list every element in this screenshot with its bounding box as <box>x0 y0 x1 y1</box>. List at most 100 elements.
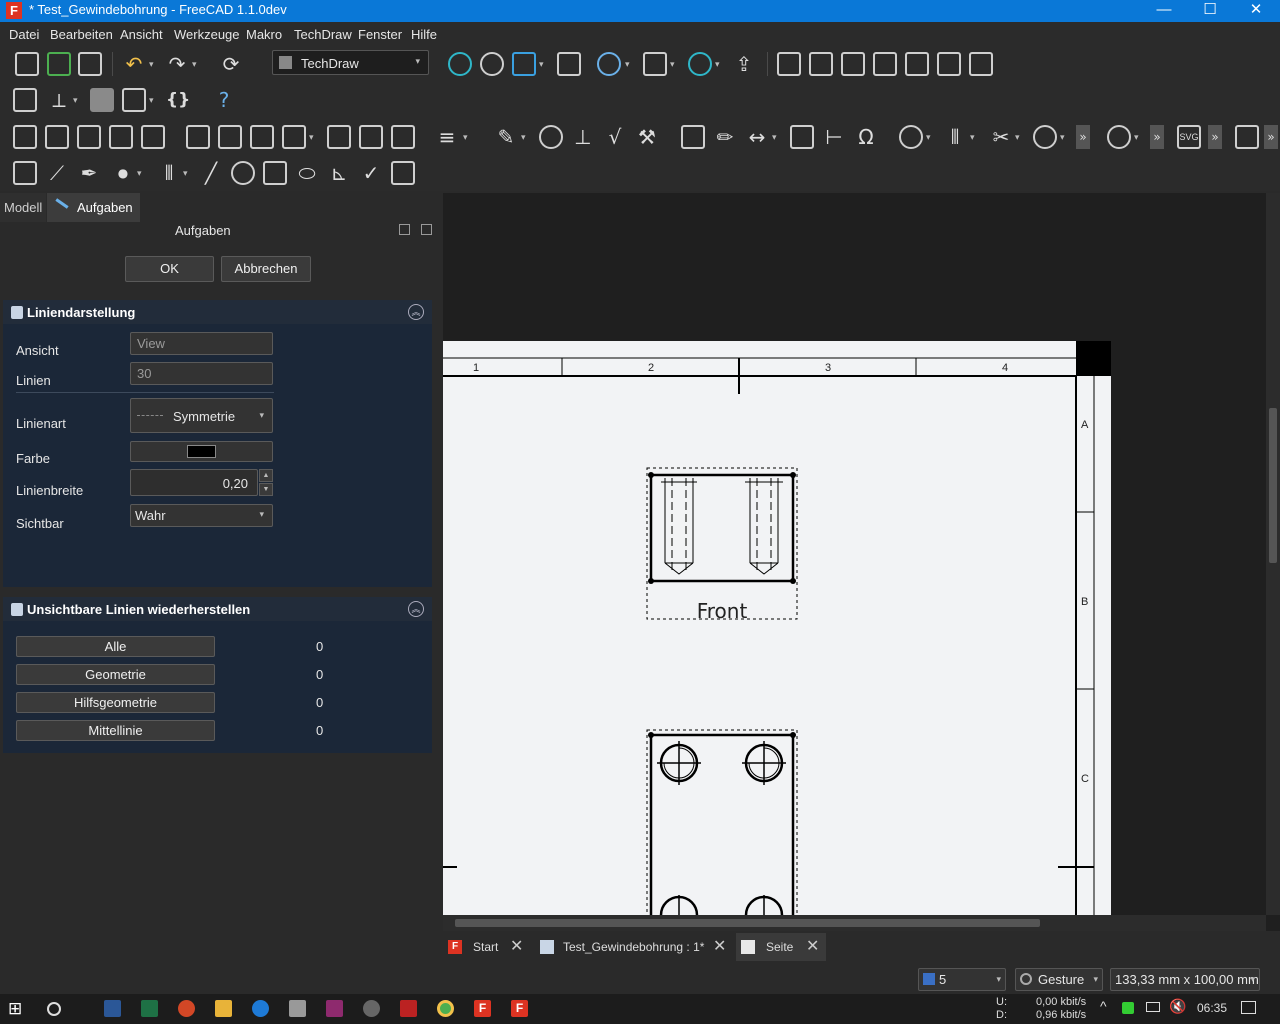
more-tools-icon[interactable]: » <box>1150 125 1164 149</box>
add-text-icon[interactable] <box>13 161 37 185</box>
std-view-dropdown-arrow[interactable]: ▾ <box>670 59 675 70</box>
vertex-marker[interactable] <box>648 732 654 738</box>
draft-view-icon[interactable] <box>359 125 383 149</box>
view-front-icon[interactable] <box>809 52 833 76</box>
tab-modell[interactable]: Modell <box>0 193 46 222</box>
hatch-icon[interactable] <box>681 125 705 149</box>
more-tools-icon[interactable]: » <box>1076 125 1090 149</box>
horizontal-scrollbar[interactable] <box>443 915 1266 931</box>
kaspersky-icon[interactable] <box>1122 1002 1134 1014</box>
tab-start[interactable]: F Start ✕ <box>443 933 531 961</box>
export-page-icon[interactable] <box>109 125 133 149</box>
ok-button[interactable]: OK <box>125 256 214 282</box>
vertex-marker[interactable] <box>648 472 654 478</box>
active-view-icon[interactable] <box>250 125 274 149</box>
align-dropdown-arrow[interactable]: ▾ <box>463 132 468 143</box>
measure-dropdown-arrow[interactable]: ▾ <box>715 59 720 70</box>
linestyle-select[interactable]: Symmetrie ▾ <box>130 398 273 433</box>
zoom-icon[interactable] <box>480 52 504 76</box>
toggle-frame-icon[interactable] <box>1235 125 1259 149</box>
pencil-icon[interactable]: ✏ <box>713 125 737 149</box>
vertex-dropdown-arrow[interactable]: ▾ <box>1060 132 1065 143</box>
calculator-icon[interactable] <box>289 1000 306 1017</box>
refresh-icon[interactable]: ⟳ <box>219 52 243 76</box>
powerpoint-icon[interactable] <box>178 1000 195 1017</box>
view-label[interactable]: Front <box>697 599 748 623</box>
visible-select[interactable]: Wahr ▾ <box>130 504 273 527</box>
app-icon[interactable] <box>363 1000 380 1017</box>
undock-panel-icon[interactable] <box>421 224 432 235</box>
new-document-icon[interactable] <box>15 52 39 76</box>
landmark-icon[interactable]: ⊢ <box>822 125 846 149</box>
view-left-icon[interactable] <box>969 52 993 76</box>
omega-icon[interactable]: Ω <box>854 125 878 149</box>
menu-techdraw[interactable]: TechDraw <box>294 27 352 42</box>
link-icon[interactable] <box>122 88 146 112</box>
vertex-marker[interactable] <box>790 732 796 738</box>
surface-finish-icon[interactable]: √ <box>603 125 627 149</box>
techdraw-page[interactable]: 1 2 3 4 A B C Front <box>443 193 1280 915</box>
dimension-icon[interactable]: ↔ <box>745 125 769 149</box>
align-icon[interactable]: ≡ <box>435 125 459 149</box>
vertex-marker[interactable] <box>790 472 796 478</box>
arch-view-icon[interactable] <box>391 125 415 149</box>
view-bottom-icon[interactable] <box>937 52 961 76</box>
menu-datei[interactable]: Datei <box>9 27 39 42</box>
menu-fenster[interactable]: Fenster <box>358 27 402 42</box>
hole-thread-icon[interactable]: ⦀ <box>157 161 181 185</box>
link-dimension-icon[interactable] <box>790 125 814 149</box>
insert-page-icon[interactable] <box>13 125 37 149</box>
word-icon[interactable] <box>104 1000 121 1017</box>
centermark-dropdown-arrow[interactable]: ▾ <box>926 132 931 143</box>
edit-line-icon[interactable] <box>263 161 287 185</box>
drawing-view[interactable]: 1 2 3 4 A B C Front <box>443 193 1280 931</box>
menu-werkzeuge[interactable]: Werkzeuge <box>174 27 240 42</box>
app-icon[interactable] <box>400 1000 417 1017</box>
close-icon[interactable]: ✕ <box>510 933 523 961</box>
view-top-icon[interactable] <box>841 52 865 76</box>
cosmetic-line-icon[interactable]: ╱ <box>199 161 223 185</box>
axes-dropdown-arrow[interactable]: ▾ <box>73 95 78 106</box>
group-folder-icon[interactable] <box>90 88 114 112</box>
hole-thread-dropdown-arrow[interactable]: ▾ <box>183 168 188 179</box>
more-tools-icon[interactable]: » <box>1264 125 1278 149</box>
view-right-icon[interactable] <box>873 52 897 76</box>
vertex-marker[interactable] <box>790 578 796 584</box>
menu-bearbeiten[interactable]: Bearbeiten <box>50 27 113 42</box>
projection-group-icon[interactable] <box>218 125 242 149</box>
tab-document[interactable]: Test_Gewindebohrung : 1* ✕ <box>535 933 731 961</box>
cosmetic-circle-icon[interactable] <box>231 161 255 185</box>
link-dropdown-arrow[interactable]: ▾ <box>149 95 154 106</box>
centerline-icon[interactable]: ⦀ <box>943 125 967 149</box>
browser-icon[interactable] <box>252 1000 269 1017</box>
scroll-thumb[interactable] <box>455 919 1040 927</box>
close-icon[interactable]: ✕ <box>806 933 819 961</box>
centerline-dropdown-arrow[interactable]: ▾ <box>970 132 975 143</box>
whats-this-icon[interactable]: ? <box>212 88 236 112</box>
detail-view-icon[interactable] <box>327 125 351 149</box>
explorer-icon[interactable] <box>215 1000 232 1017</box>
minimize-button[interactable]: — <box>1141 0 1187 22</box>
redraw-page-icon[interactable] <box>77 125 101 149</box>
spin-up-icon[interactable]: ▲ <box>259 469 273 482</box>
chamfer-icon[interactable]: ⊾ <box>327 161 351 185</box>
freecad-taskbar-icon[interactable]: F <box>474 1000 491 1017</box>
annotation-dropdown-arrow[interactable]: ▾ <box>521 132 526 143</box>
view-isometric-icon[interactable] <box>777 52 801 76</box>
section-dropdown-arrow[interactable]: ▾ <box>309 132 314 143</box>
pin-icon[interactable]: ⇪ <box>732 52 756 76</box>
clipping-plane-icon[interactable] <box>597 52 621 76</box>
leader-line-icon[interactable]: ⟋ <box>45 161 69 185</box>
restore-construction-button[interactable]: Hilfsgeometrie <box>16 692 215 713</box>
menu-makro[interactable]: Makro <box>246 27 282 42</box>
cut-line-icon[interactable]: ✂ <box>989 125 1013 149</box>
network-icon[interactable] <box>1146 1002 1160 1012</box>
menu-ansicht[interactable]: Ansicht <box>120 27 163 42</box>
cosmetic-vertex-dropdown-arrow[interactable]: ▾ <box>137 168 142 179</box>
tray-chevron-icon[interactable]: ^ <box>1100 998 1107 1014</box>
save-icon[interactable] <box>78 52 102 76</box>
expression-icon[interactable]: {} <box>166 88 190 112</box>
weld-symbol-icon[interactable]: ⊥ <box>571 125 595 149</box>
clipping-dropdown-arrow[interactable]: ▾ <box>625 59 630 70</box>
annotation-icon[interactable]: ✎ <box>494 125 518 149</box>
